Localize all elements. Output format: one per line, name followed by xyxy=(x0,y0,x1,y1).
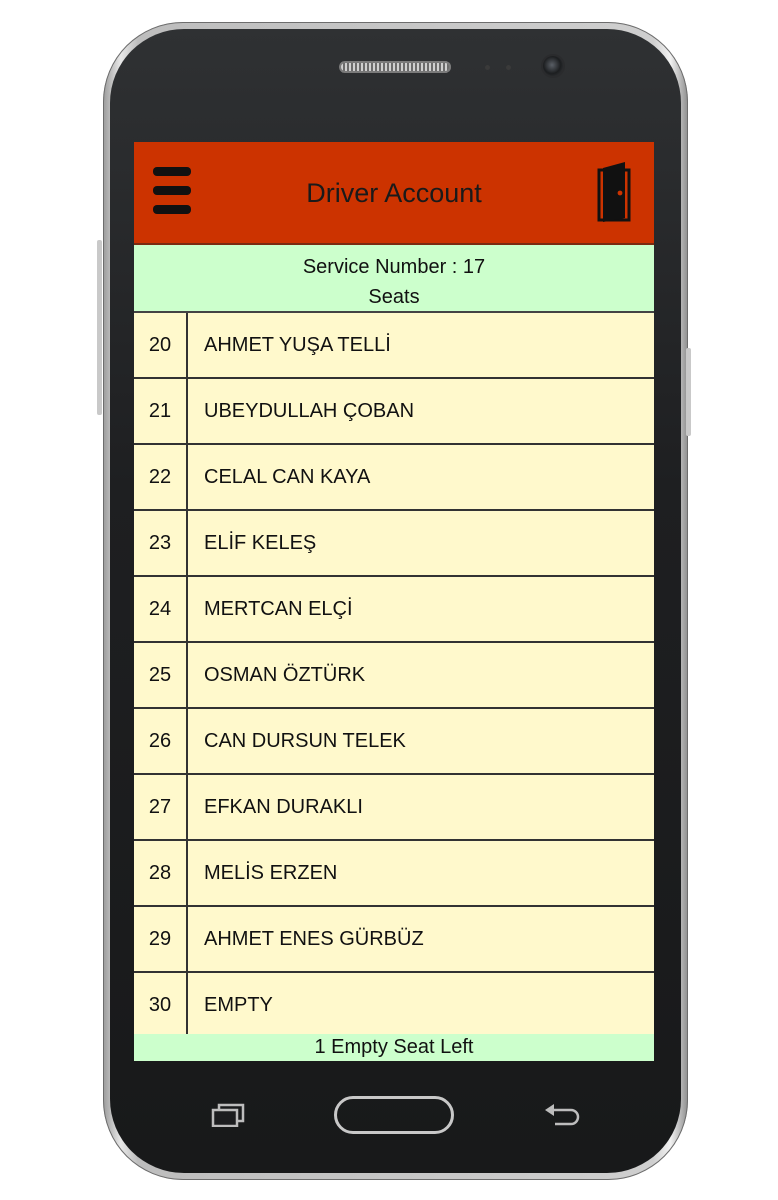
empty-seats-status: 1 Empty Seat Left xyxy=(134,1034,654,1061)
seat-row[interactable]: 29 AHMET ENES GÜRBÜZ xyxy=(134,907,654,973)
passenger-name: EFKAN DURAKLI xyxy=(204,795,363,818)
seat-number: 27 xyxy=(134,775,188,839)
passenger-name: MERTCAN ELÇİ xyxy=(204,597,353,620)
back-icon[interactable] xyxy=(543,1102,581,1126)
seat-number: 23 xyxy=(134,511,188,575)
service-number-label: Service Number : 17 xyxy=(302,256,486,278)
seat-number: 22 xyxy=(134,445,188,509)
seat-number: 26 xyxy=(134,709,188,773)
seat-row[interactable]: 26 CAN DURSUN TELEK xyxy=(134,709,654,775)
passenger-name: UBEYDULLAH ÇOBAN xyxy=(204,399,415,422)
seat-number: 29 xyxy=(134,907,188,971)
seat-row[interactable]: 21 UBEYDULLAH ÇOBAN xyxy=(134,379,654,445)
seat-number: 24 xyxy=(134,577,188,641)
proximity-sensor xyxy=(485,65,490,70)
passenger-name: ELİF KELEŞ xyxy=(204,531,317,554)
earpiece-speaker xyxy=(339,61,451,73)
passenger-name: AHMET YUŞA TELLİ xyxy=(204,333,391,356)
passenger-name: CAN DURSUN TELEK xyxy=(204,729,406,752)
passenger-name: AHMET ENES GÜRBÜZ xyxy=(204,927,424,950)
seat-number: 21 xyxy=(134,379,188,443)
seat-row[interactable]: 22 CELAL CAN KAYA xyxy=(134,445,654,511)
service-info: Service Number : 17 Seats xyxy=(134,245,654,313)
passenger-name: MELİS ERZEN xyxy=(204,861,338,884)
seat-row[interactable]: 30 EMPTY xyxy=(134,973,654,1039)
passenger-name: CELAL CAN KAYA xyxy=(204,465,371,488)
seat-number: 25 xyxy=(134,643,188,707)
seat-row[interactable]: 20 AHMET YUŞA TELLİ xyxy=(134,313,654,379)
door-exit-icon[interactable] xyxy=(597,160,633,224)
seat-number: 30 xyxy=(134,973,188,1037)
recent-apps-icon[interactable] xyxy=(210,1103,246,1128)
home-button[interactable] xyxy=(334,1096,454,1134)
seat-list: 20 AHMET YUŞA TELLİ 21 UBEYDULLAH ÇOBAN 22… xyxy=(134,313,654,1039)
front-camera xyxy=(543,56,563,76)
seat-row[interactable]: 25 OSMAN ÖZTÜRK xyxy=(134,643,654,709)
seat-row[interactable]: 27 EFKAN DURAKLI xyxy=(134,775,654,841)
passenger-name: OSMAN ÖZTÜRK xyxy=(204,663,366,686)
seat-row[interactable]: 23 ELİF KELEŞ xyxy=(134,511,654,577)
seat-number: 28 xyxy=(134,841,188,905)
seat-row[interactable]: 24 MERTCAN ELÇİ xyxy=(134,577,654,643)
seat-number: 20 xyxy=(134,313,188,377)
app-bar: Driver Account xyxy=(134,142,654,245)
page-title: Driver Account xyxy=(306,178,482,208)
passenger-name: EMPTY xyxy=(204,993,273,1016)
app-screen: Driver Account Service Number : 17 Seats… xyxy=(134,142,654,1061)
volume-button xyxy=(97,240,102,415)
power-button xyxy=(686,348,691,436)
seat-row[interactable]: 28 MELİS ERZEN xyxy=(134,841,654,907)
light-sensor xyxy=(506,65,511,70)
seats-label: Seats xyxy=(368,286,420,308)
